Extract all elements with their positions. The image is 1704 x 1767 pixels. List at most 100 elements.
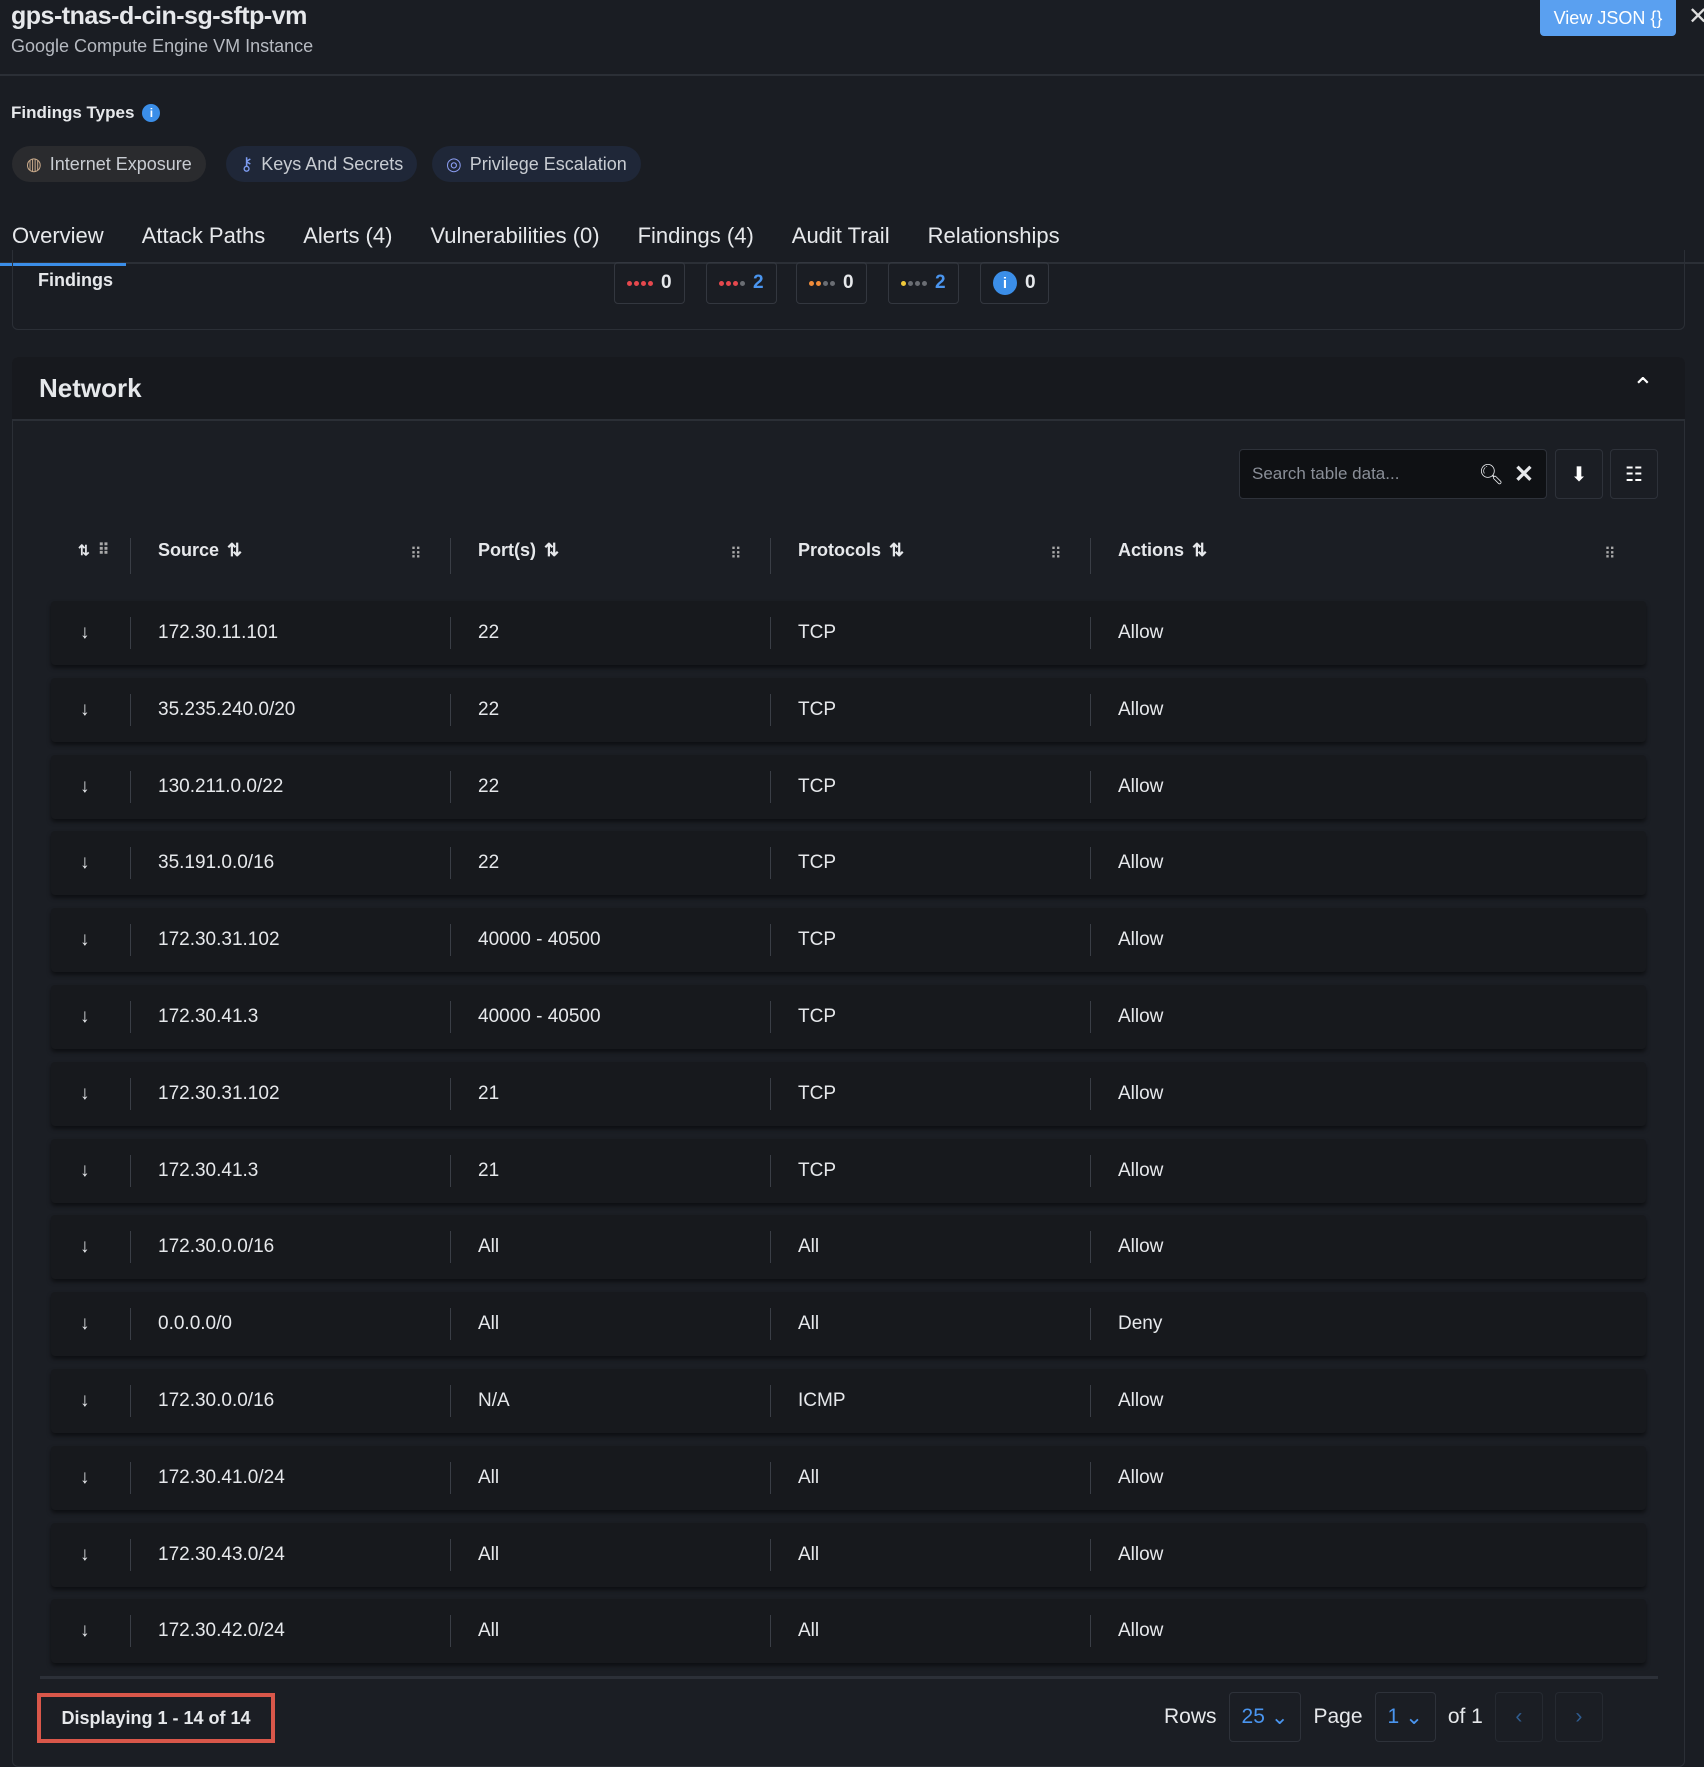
row-order-header[interactable]: ⇅ ⠿ (78, 540, 110, 560)
column-label: Source (158, 540, 220, 560)
next-page-button[interactable]: › (1554, 1692, 1603, 1742)
cell-source: 172.30.41.3 (158, 1159, 259, 1181)
network-header[interactable] (12, 357, 1685, 421)
table-row[interactable]: ↓ 172.30.0.0/16 N/A ICMP Allow (51, 1369, 1646, 1433)
fingerprint-icon: ◎ (446, 153, 462, 174)
severity-high-badge[interactable]: 2 (706, 262, 777, 304)
cell-source: 172.30.42.0/24 (158, 1620, 285, 1642)
cell-protocols: All (798, 1313, 820, 1335)
severity-critical-badge[interactable]: 0 (614, 262, 685, 304)
cell-source: 172.30.41.3 (158, 1006, 259, 1027)
drag-handle-icon[interactable]: ⠿ (98, 540, 110, 560)
arrow-down-icon: ↓ (80, 622, 90, 643)
findings-types-text: Findings Types (11, 103, 135, 122)
arrow-down-icon: ↓ (80, 1006, 90, 1027)
cell-ports: 21 (478, 1159, 500, 1181)
clear-icon[interactable]: ✕ (1514, 460, 1534, 489)
severity-count: 2 (753, 272, 764, 293)
chip-privilege-escalation[interactable]: ◎ Privilege Escalation (432, 146, 641, 182)
table-row[interactable]: ↓ 172.30.41.3 21 TCP Allow (51, 1138, 1646, 1203)
columns-button[interactable]: ☷ (1610, 449, 1658, 499)
cell-protocols: TCP (798, 1006, 836, 1027)
chip-label: Keys And Secrets (261, 153, 404, 174)
cell-protocols: All (798, 1620, 820, 1642)
prev-page-button[interactable]: ‹ (1494, 1692, 1543, 1742)
cell-protocols: TCP (798, 852, 836, 874)
cell-ports: 22 (478, 852, 500, 874)
sort-icon: ⇅ (78, 541, 90, 558)
column-header-actions[interactable]: Actions ⇅ (1118, 540, 1207, 561)
table-row[interactable]: ↓ 172.30.41.3 40000 - 40500 TCP Allow (51, 985, 1646, 1049)
search-input[interactable] (1252, 464, 1479, 484)
column-divider[interactable] (450, 538, 451, 574)
chip-internet-exposure[interactable]: ◍ Internet Exposure (12, 146, 206, 182)
table-row[interactable]: ↓ 172.30.31.102 21 TCP Allow (51, 1061, 1646, 1126)
column-header-source[interactable]: Source ⇅ (158, 540, 242, 561)
column-divider[interactable] (770, 538, 771, 574)
table-row[interactable]: ↓ 172.30.43.0/24 All All Allow (51, 1522, 1646, 1587)
arrow-down-icon: ↓ (80, 1159, 90, 1181)
sort-icon[interactable]: ⇅ (1192, 540, 1207, 561)
drag-handle-icon[interactable]: ⠿ (410, 544, 422, 564)
sort-icon[interactable]: ⇅ (544, 540, 559, 561)
cell-ports: 21 (478, 1082, 500, 1104)
chip-keys-and-secrets[interactable]: ⚷ Keys And Secrets (226, 146, 418, 182)
sort-icon[interactable]: ⇅ (227, 540, 242, 561)
cell-actions: Allow (1118, 622, 1164, 643)
table-row[interactable]: ↓ 130.211.0.0/22 22 TCP Allow (51, 754, 1646, 819)
page-label: Page (1313, 1705, 1363, 1728)
table-row[interactable]: ↓ 172.30.31.102 40000 - 40500 TCP Allow (51, 908, 1646, 973)
cell-protocols: ICMP (798, 1390, 846, 1411)
severity-medium-badge[interactable]: 0 (796, 262, 867, 304)
column-divider[interactable] (130, 538, 131, 574)
rows-value: 25 (1241, 1705, 1265, 1728)
chevron-down-icon: ⌄ (1405, 1705, 1423, 1729)
close-icon[interactable]: ✕ (1688, 2, 1704, 31)
column-header-ports[interactable]: Port(s) ⇅ (478, 540, 559, 561)
drag-handle-icon[interactable]: ⠿ (730, 544, 742, 564)
globe-icon: ◍ (26, 153, 42, 174)
arrow-down-icon: ↓ (80, 1620, 90, 1642)
severity-medium-icon (809, 280, 835, 286)
column-header-protocols[interactable]: Protocols ⇅ (798, 540, 904, 561)
resource-subtitle: Google Compute Engine VM Instance (11, 36, 314, 56)
drag-handle-icon[interactable]: ⠿ (1604, 544, 1616, 564)
search-icon[interactable]: 🔍︎ (1479, 462, 1504, 487)
table-row[interactable]: ↓ 0.0.0.0/0 All All Deny (51, 1292, 1646, 1357)
chevron-right-icon: › (1575, 1705, 1583, 1728)
table-row[interactable]: ↓ 35.235.240.0/20 22 TCP Allow (51, 677, 1646, 742)
severity-low-badge[interactable]: 2 (888, 262, 959, 304)
chevron-left-icon: ‹ (1515, 1705, 1523, 1728)
arrow-down-icon: ↓ (80, 1543, 90, 1565)
arrow-down-icon: ↓ (80, 1390, 90, 1411)
table-row[interactable]: ↓ 172.30.41.0/24 All All Allow (51, 1445, 1646, 1510)
chevron-up-icon[interactable]: ⌃ (1632, 372, 1654, 403)
table-row[interactable]: ↓ 172.30.11.101 22 TCP Allow (51, 601, 1646, 665)
rows-per-page-select[interactable]: 25 ⌄ (1228, 1692, 1302, 1742)
divider (0, 74, 1704, 76)
severity-info-badge[interactable]: i0 (980, 262, 1049, 304)
cell-actions: Allow (1118, 1620, 1164, 1642)
cell-protocols: TCP (798, 698, 836, 720)
page-select[interactable]: 1 ⌄ (1374, 1692, 1436, 1742)
cell-protocols: TCP (798, 775, 836, 797)
cell-protocols: All (798, 1236, 820, 1258)
drag-handle-icon[interactable]: ⠿ (1050, 544, 1062, 564)
view-json-button[interactable]: View JSON {} (1540, 0, 1676, 36)
arrow-down-icon: ↓ (80, 1313, 90, 1335)
download-button[interactable]: ⬇ (1555, 449, 1603, 499)
cell-source: 172.30.43.0/24 (158, 1543, 285, 1565)
info-icon[interactable]: i (142, 104, 161, 122)
cell-ports: 22 (478, 698, 500, 720)
table-row[interactable]: ↓ 172.30.42.0/24 All All Allow (51, 1599, 1646, 1664)
column-label: Actions (1118, 540, 1185, 560)
table-row[interactable]: ↓ 172.30.0.0/16 All All Allow (51, 1215, 1646, 1280)
sort-icon[interactable]: ⇅ (889, 540, 904, 561)
severity-count: 0 (843, 272, 854, 293)
column-divider[interactable] (1090, 538, 1091, 574)
severity-high-icon (719, 280, 745, 286)
rows-label: Rows (1164, 1705, 1217, 1728)
arrow-down-icon: ↓ (80, 775, 90, 797)
findings-types-label: Findings Types i (11, 103, 161, 123)
table-row[interactable]: ↓ 35.191.0.0/16 22 TCP Allow (51, 831, 1646, 896)
